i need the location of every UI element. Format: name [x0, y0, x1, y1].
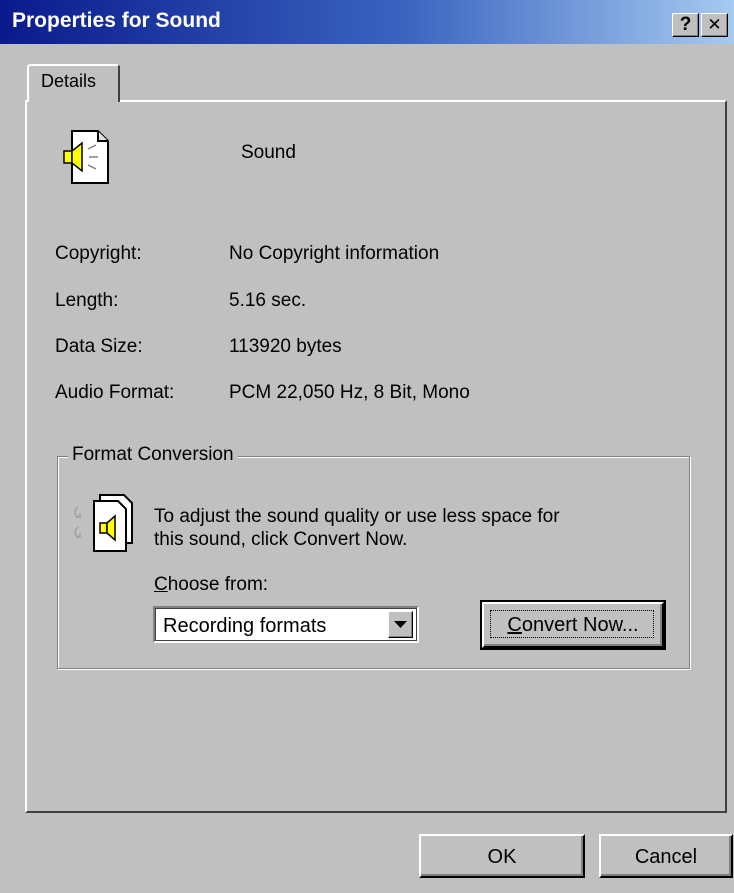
convert-now-label: Convert Now... — [484, 614, 662, 637]
audio-format-label: Audio Format: — [55, 382, 175, 403]
chevron-down-icon — [394, 621, 407, 628]
description-line-1: To adjust the sound quality or use less … — [154, 506, 560, 527]
ok-label: OK — [487, 846, 517, 868]
close-icon: ✕ — [707, 15, 722, 34]
window-title: Properties for Sound — [12, 9, 221, 32]
help-button[interactable]: ? — [672, 13, 699, 37]
ok-button[interactable]: OK — [419, 834, 585, 878]
cancel-button[interactable]: Cancel — [599, 834, 733, 878]
conversion-description: To adjust the sound quality or use less … — [154, 505, 644, 551]
file-name: Sound — [241, 142, 296, 163]
data-size-label: Data Size: — [55, 336, 143, 357]
length-value: 5.16 sec. — [229, 290, 307, 311]
length-label: Length: — [55, 290, 119, 311]
tab-details-label: Details — [41, 71, 97, 91]
dropdown-button[interactable] — [388, 611, 413, 638]
close-button[interactable]: ✕ — [701, 13, 728, 37]
sound-convert-icon — [74, 494, 133, 552]
convert-rest: onvert Now... — [521, 614, 639, 636]
format-conversion-title: Format Conversion — [68, 444, 238, 466]
format-select[interactable]: Recording formats — [153, 606, 419, 643]
convert-now-button[interactable]: Convert Now... — [480, 600, 666, 650]
audio-format-value: PCM 22,050 Hz, 8 Bit, Mono — [229, 382, 470, 403]
choose-accel: C — [154, 574, 168, 595]
tab-details[interactable]: Details — [27, 64, 120, 102]
data-size-value: 113920 bytes — [229, 336, 342, 357]
copyright-value: No Copyright information — [229, 243, 440, 264]
description-line-2: this sound, click Convert Now. — [154, 529, 408, 550]
cancel-label: Cancel — [634, 846, 698, 868]
title-bar[interactable]: Properties for Sound ? ✕ — [0, 0, 734, 44]
properties-dialog: Properties for Sound ? ✕ Details Sound C… — [0, 0, 734, 893]
choose-from-label: Choose from: — [154, 574, 268, 596]
choose-rest: hoose from: — [167, 574, 269, 595]
sound-file-icon — [63, 130, 109, 184]
format-select-value: Recording formats — [163, 615, 327, 637]
convert-accel: C — [507, 614, 522, 636]
copyright-label: Copyright: — [55, 243, 142, 264]
